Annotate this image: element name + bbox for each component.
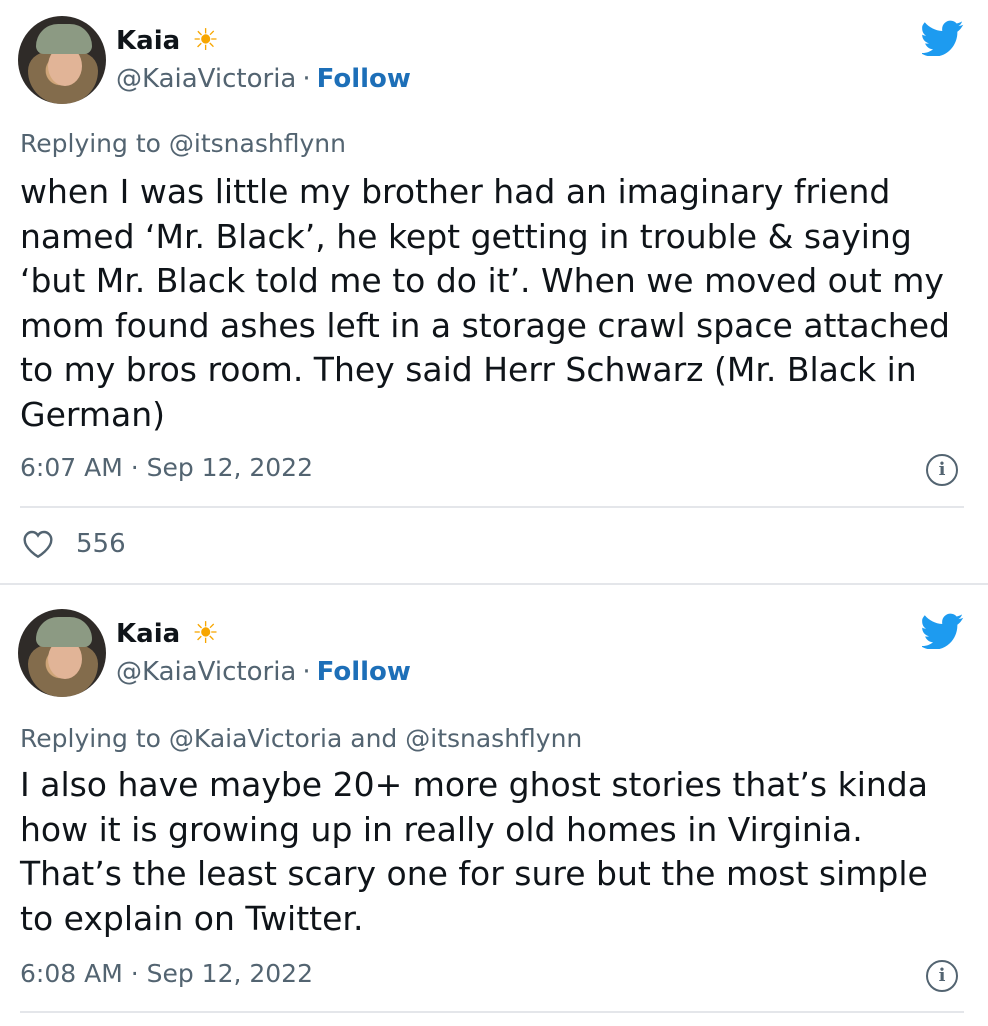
author-handle[interactable]: @KaiaVictoria	[116, 657, 296, 687]
author-name-row: Kaia ☀	[116, 24, 219, 58]
follow-button[interactable]: Follow	[317, 64, 411, 94]
author-name[interactable]: Kaia	[116, 617, 180, 651]
separator-dot: ·	[302, 657, 311, 687]
heart-icon	[23, 530, 53, 559]
twitter-bird-icon[interactable]	[922, 613, 964, 649]
sun-emoji-icon: ☀	[192, 616, 220, 651]
author-handle[interactable]: @KaiaVictoria	[116, 64, 296, 94]
divider	[20, 1011, 964, 1013]
tweet-timestamp[interactable]: 6:08 AM · Sep 12, 2022	[20, 958, 313, 990]
author-handle-row: @KaiaVictoria · Follow	[116, 655, 411, 689]
author-name-row: Kaia ☀	[116, 617, 219, 651]
separator-dot: ·	[302, 64, 311, 94]
author-handle-row: @KaiaVictoria · Follow	[116, 62, 411, 96]
replying-to[interactable]: Replying to @KaiaVictoria and @itsnashfl…	[20, 723, 582, 755]
tweet-text: I also have maybe 20+ more ghost stories…	[20, 765, 928, 938]
tweet-card: Kaia ☀ @KaiaVictoria · Follow Replying to …	[0, 0, 988, 583]
twitter-bird-icon[interactable]	[922, 20, 964, 56]
author-name[interactable]: Kaia	[116, 24, 180, 58]
avatar[interactable]	[18, 16, 106, 104]
avatar[interactable]	[18, 609, 106, 697]
follow-button[interactable]: Follow	[317, 657, 411, 687]
tweet-card: Kaia ☀ @KaiaVictoria · Follow Replying to …	[0, 583, 988, 1026]
replying-to[interactable]: Replying to @itsnashflynn	[20, 128, 346, 160]
like-count: 556	[76, 529, 126, 559]
divider	[20, 506, 964, 508]
info-icon[interactable]: i	[926, 454, 958, 486]
info-icon[interactable]: i	[926, 960, 958, 992]
like-button[interactable]: 556	[22, 528, 126, 560]
tweet-timestamp[interactable]: 6:07 AM · Sep 12, 2022	[20, 452, 313, 484]
sun-emoji-icon: ☀	[192, 23, 220, 58]
tweet-text: when I was little my brother had an imag…	[20, 172, 950, 434]
